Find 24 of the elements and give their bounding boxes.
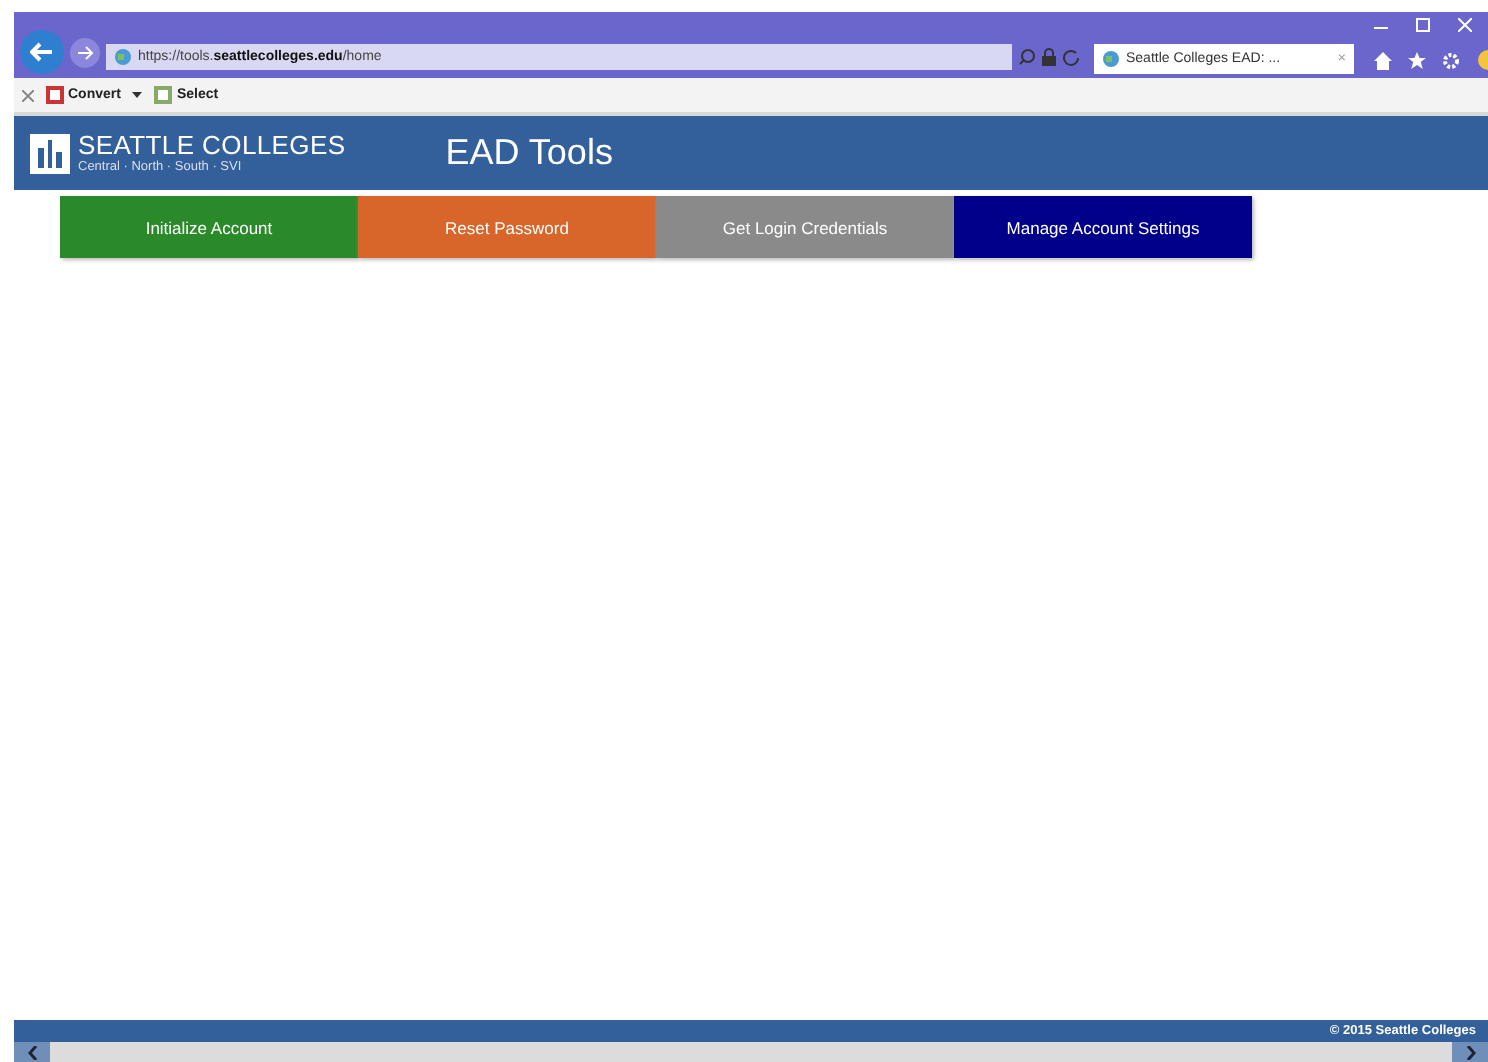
horizontal-scrollbar[interactable] (14, 1042, 1488, 1062)
caret-icon (132, 92, 143, 98)
app-title: EAD Tools (445, 132, 613, 174)
nav-button[interactable]: Reset Password (358, 196, 656, 258)
back-button[interactable] (20, 30, 64, 74)
close-icon[interactable] (22, 89, 34, 101)
star-icon[interactable] (1408, 51, 1426, 69)
lock-icon (1042, 48, 1056, 66)
chevron-left-icon[interactable] (27, 1045, 37, 1059)
smiley-icon[interactable] (1476, 50, 1488, 70)
maximize-icon[interactable] (1416, 18, 1430, 32)
nav-button[interactable]: Manage Account Settings (954, 196, 1252, 258)
arrow-left-icon (30, 42, 54, 62)
globe-icon (114, 48, 132, 66)
refresh-icon[interactable] (1062, 48, 1080, 66)
arrow-right-icon (77, 46, 93, 60)
chevron-right-icon[interactable] (1465, 1045, 1475, 1059)
logo-icon (30, 133, 70, 173)
globe-icon (1102, 50, 1120, 68)
home-icon[interactable] (1374, 51, 1392, 69)
nav-button[interactable]: Initialize Account (60, 196, 358, 258)
logo-title: SEATTLE COLLEGES (78, 132, 346, 160)
search-icon[interactable] (1018, 48, 1036, 66)
forward-button[interactable] (70, 38, 100, 68)
